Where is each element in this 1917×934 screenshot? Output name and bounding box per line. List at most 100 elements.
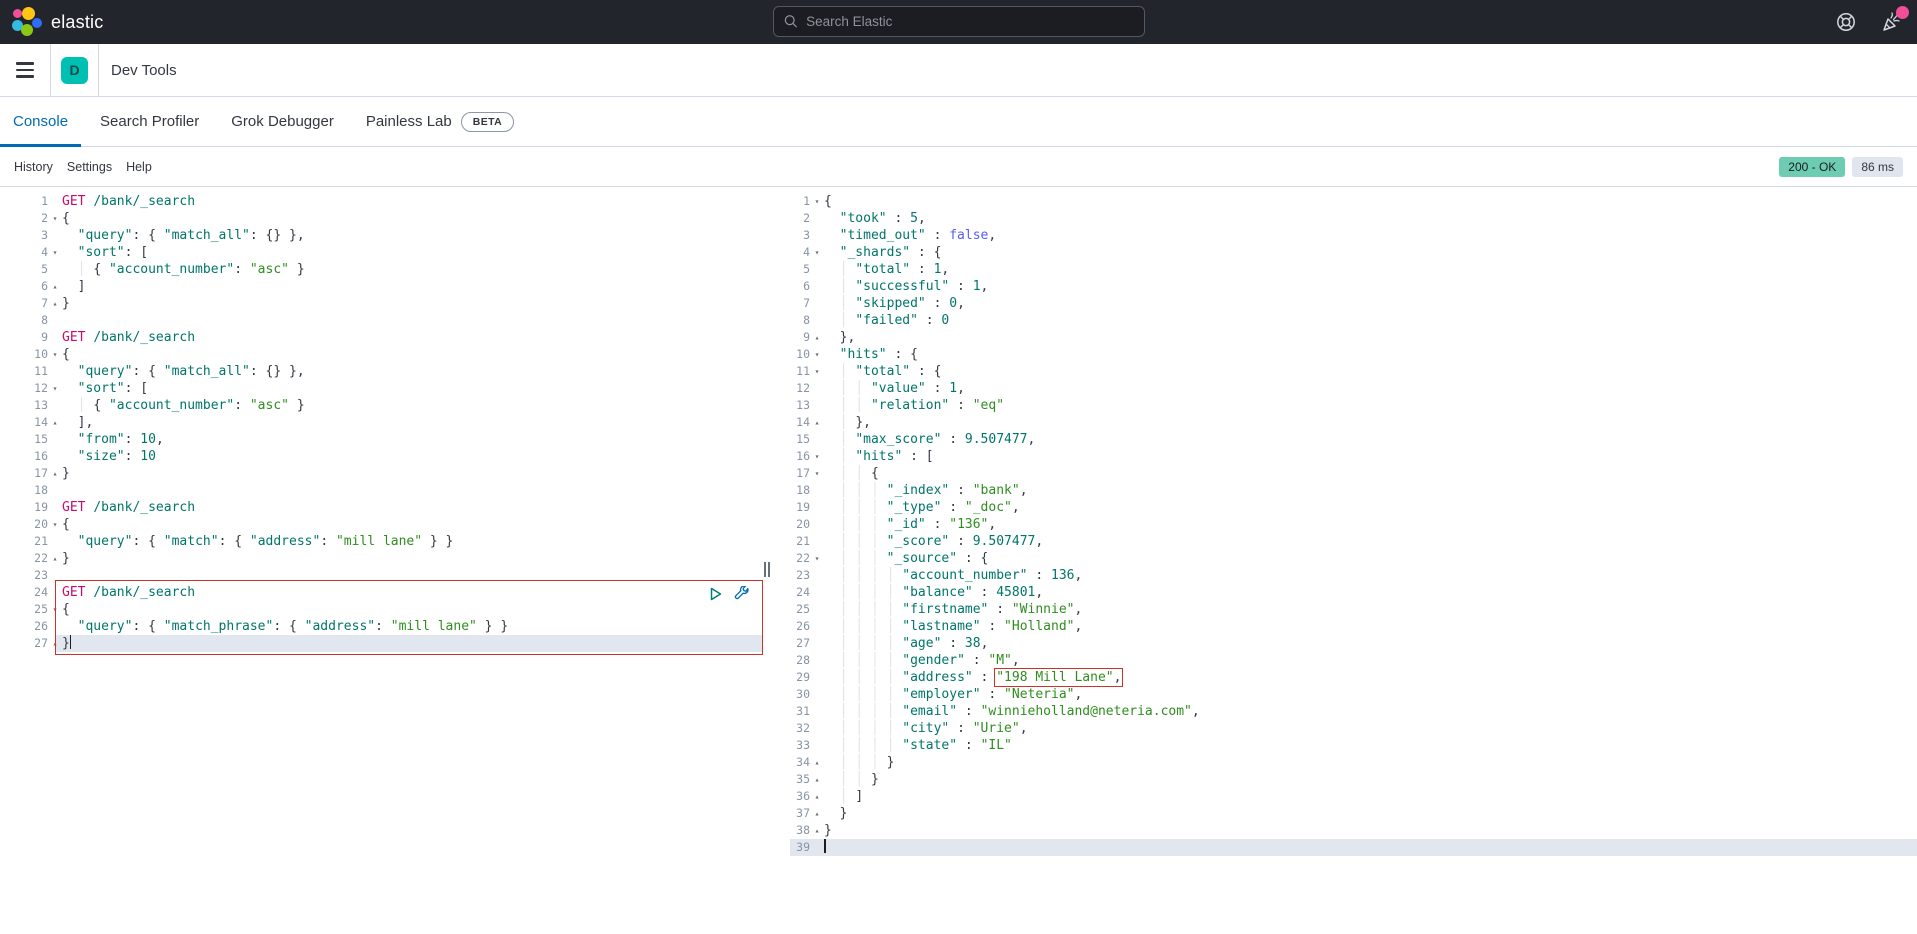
code-line[interactable]: 2 "took" : 5, — [790, 210, 1917, 227]
code-line[interactable]: 11▾ │ "total" : { — [790, 363, 1917, 380]
code-line[interactable]: 38▴} — [790, 822, 1917, 839]
tab-console[interactable]: Console — [0, 97, 81, 146]
code-line[interactable]: 31 │ │ │ │ "email" : "winnieholland@nete… — [790, 703, 1917, 720]
request-editor-panel[interactable]: 1GET /bank/_search2▾{3 "query": { "match… — [0, 187, 768, 934]
code-line[interactable]: 19 │ │ │ "_type" : "_doc", — [790, 499, 1917, 516]
history-menu[interactable]: History — [7, 160, 60, 174]
search-input[interactable] — [806, 14, 1134, 29]
code-line[interactable]: 6 │ "successful" : 1, — [790, 278, 1917, 295]
fold-arrow-icon[interactable]: ▴ — [810, 788, 824, 805]
code-line[interactable]: 23 │ │ │ │ "account_number" : 136, — [790, 567, 1917, 584]
global-search[interactable] — [773, 6, 1145, 37]
fold-arrow-icon[interactable]: ▾ — [48, 380, 62, 397]
code-line[interactable]: 2▾{ — [0, 210, 768, 227]
code-line[interactable]: 26 │ │ │ │ "lastname" : "Holland", — [790, 618, 1917, 635]
code-line[interactable]: 5 │ "total" : 1, — [790, 261, 1917, 278]
tab-search-profiler[interactable]: Search Profiler — [87, 97, 212, 146]
code-line[interactable]: 1▾{ — [790, 193, 1917, 210]
fold-arrow-icon[interactable]: ▾ — [810, 448, 824, 465]
elastic-brand[interactable]: elastic — [12, 0, 103, 44]
code-line[interactable]: 7 │ "skipped" : 0, — [790, 295, 1917, 312]
code-line[interactable]: 13 │ { "account_number": "asc" } — [0, 397, 768, 414]
fold-arrow-icon[interactable]: ▾ — [48, 210, 62, 227]
fold-arrow-icon[interactable]: ▴ — [48, 414, 62, 431]
panel-resize-handle[interactable] — [761, 562, 773, 578]
code-line[interactable]: 20 │ │ │ "_id" : "136", — [790, 516, 1917, 533]
code-line[interactable]: 17▴} — [0, 465, 768, 482]
tab-grok-debugger[interactable]: Grok Debugger — [218, 97, 347, 146]
dev-tools-app-icon[interactable]: D — [61, 57, 88, 84]
code-line[interactable]: 4▾ "sort": [ — [0, 244, 768, 261]
code-line[interactable]: 35▴ │ │ } — [790, 771, 1917, 788]
code-line[interactable]: 25▾{ — [0, 601, 768, 618]
menu-toggle-button[interactable] — [0, 44, 51, 96]
fold-arrow-icon[interactable]: ▾ — [48, 516, 62, 533]
fold-arrow-icon[interactable]: ▴ — [48, 635, 62, 652]
code-line[interactable]: 18 — [0, 482, 768, 499]
code-line[interactable]: 20▾{ — [0, 516, 768, 533]
code-line[interactable]: 32 │ │ │ │ "city" : "Urie", — [790, 720, 1917, 737]
code-line[interactable]: 3 "query": { "match_all": {} }, — [0, 227, 768, 244]
fold-arrow-icon[interactable]: ▾ — [810, 550, 824, 567]
announcements-icon[interactable] — [1881, 11, 1903, 33]
code-line[interactable]: 14▴ ], — [0, 414, 768, 431]
code-line[interactable]: 36▴ │ ] — [790, 788, 1917, 805]
code-line[interactable]: 12▾ "sort": [ — [0, 380, 768, 397]
code-line[interactable]: 26 "query": { "match_phrase": { "address… — [0, 618, 768, 635]
code-line[interactable]: 17▾ │ │ { — [790, 465, 1917, 482]
code-line[interactable]: 29 │ │ │ │ "address" : "198 Mill Lane", — [790, 669, 1917, 686]
code-line[interactable]: 9GET /bank/_search — [0, 329, 768, 346]
fold-arrow-icon[interactable]: ▴ — [810, 414, 824, 431]
fold-arrow-icon[interactable]: ▾ — [810, 193, 824, 210]
code-line[interactable]: 33 │ │ │ │ "state" : "IL" — [790, 737, 1917, 754]
response-output-panel[interactable]: 1▾{2 "took" : 5,3 "timed_out" : false,4▾… — [790, 187, 1917, 934]
settings-menu[interactable]: Settings — [60, 160, 119, 174]
fold-arrow-icon[interactable]: ▴ — [48, 295, 62, 312]
help-icon[interactable] — [1835, 11, 1857, 33]
code-line[interactable]: 15 │ "max_score" : 9.507477, — [790, 431, 1917, 448]
code-line[interactable]: 5 │ { "account_number": "asc" } — [0, 261, 768, 278]
fold-arrow-icon[interactable]: ▴ — [810, 754, 824, 771]
code-line[interactable]: 9▴ }, — [790, 329, 1917, 346]
code-line[interactable]: 14▴ │ }, — [790, 414, 1917, 431]
fold-arrow-icon[interactable]: ▴ — [810, 805, 824, 822]
fold-arrow-icon[interactable]: ▾ — [810, 244, 824, 261]
code-line[interactable]: 6▴ ] — [0, 278, 768, 295]
code-line[interactable]: 27 │ │ │ │ "age" : 38, — [790, 635, 1917, 652]
code-line[interactable]: 19GET /bank/_search — [0, 499, 768, 516]
help-menu[interactable]: Help — [119, 160, 159, 174]
code-line[interactable]: 1GET /bank/_search — [0, 193, 768, 210]
request-options-button[interactable] — [734, 586, 750, 602]
code-line[interactable]: 8 — [0, 312, 768, 329]
fold-arrow-icon[interactable]: ▴ — [810, 822, 824, 839]
code-line[interactable]: 27▴} — [0, 635, 768, 652]
code-line[interactable]: 21 │ │ │ "_score" : 9.507477, — [790, 533, 1917, 550]
code-line[interactable]: 16▾ │ "hits" : [ — [790, 448, 1917, 465]
fold-arrow-icon[interactable]: ▾ — [810, 465, 824, 482]
code-line[interactable]: 30 │ │ │ │ "employer" : "Neteria", — [790, 686, 1917, 703]
tab-painless-lab[interactable]: Painless Lab BETA — [353, 97, 527, 146]
send-request-button[interactable] — [708, 586, 724, 602]
code-line[interactable]: 28 │ │ │ │ "gender" : "M", — [790, 652, 1917, 669]
fold-arrow-icon[interactable]: ▾ — [810, 363, 824, 380]
code-line[interactable]: 34▴ │ │ │ } — [790, 754, 1917, 771]
fold-arrow-icon[interactable]: ▴ — [48, 550, 62, 567]
code-line[interactable]: 12 │ │ "value" : 1, — [790, 380, 1917, 397]
code-line[interactable]: 37▴ } — [790, 805, 1917, 822]
code-line[interactable]: 11 "query": { "match_all": {} }, — [0, 363, 768, 380]
code-line[interactable]: 25 │ │ │ │ "firstname" : "Winnie", — [790, 601, 1917, 618]
code-line[interactable]: 7▴} — [0, 295, 768, 312]
code-line[interactable]: 22▴} — [0, 550, 768, 567]
code-line[interactable]: 21 "query": { "match": { "address": "mil… — [0, 533, 768, 550]
code-line[interactable]: 24GET /bank/_search — [0, 584, 768, 601]
code-line[interactable]: 8 │ "failed" : 0 — [790, 312, 1917, 329]
code-line[interactable]: 13 │ │ "relation" : "eq" — [790, 397, 1917, 414]
code-line[interactable]: 3 "timed_out" : false, — [790, 227, 1917, 244]
fold-arrow-icon[interactable]: ▾ — [810, 346, 824, 363]
code-line[interactable]: 24 │ │ │ │ "balance" : 45801, — [790, 584, 1917, 601]
code-line[interactable]: 23 — [0, 567, 768, 584]
fold-arrow-icon[interactable]: ▴ — [48, 465, 62, 482]
code-line[interactable]: 39 — [790, 839, 1917, 856]
code-line[interactable]: 22▾ │ │ │ "_source" : { — [790, 550, 1917, 567]
code-line[interactable]: 10▾ "hits" : { — [790, 346, 1917, 363]
